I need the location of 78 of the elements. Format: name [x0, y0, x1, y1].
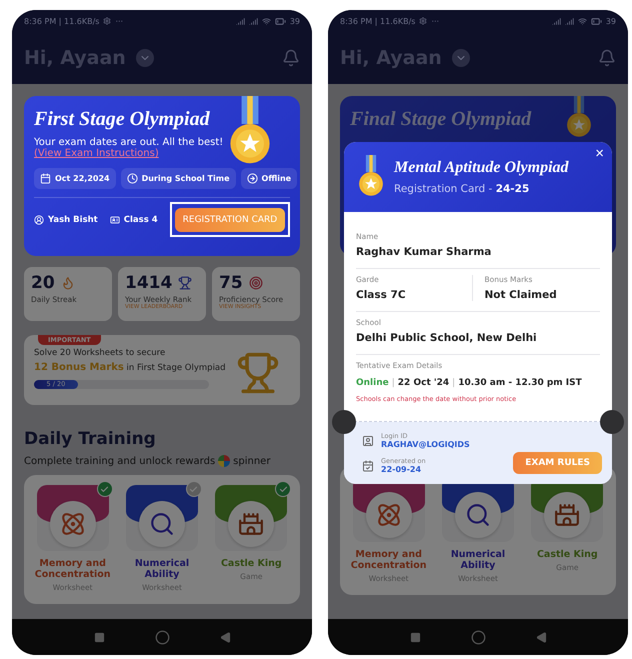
- reward-label: spinner: [233, 456, 270, 466]
- student-name: Yash Bisht: [34, 214, 98, 224]
- signal-icon: [236, 16, 245, 26]
- exam-rules-button[interactable]: EXAM RULES: [513, 452, 602, 474]
- id-badge-icon: [362, 434, 374, 446]
- back-icon[interactable]: [220, 632, 230, 642]
- arrow-circle-icon: [246, 173, 258, 184]
- flame-icon: [60, 276, 75, 290]
- card-title: Final Stage Olympiad: [350, 108, 532, 131]
- trophy-icon: [236, 351, 280, 395]
- stat-value: 1414: [125, 273, 172, 293]
- exam-details: Online | 22 Oct '24 | 10.30 am - 12.30 pm IST: [356, 378, 582, 388]
- instructions-link[interactable]: (View Exam Instructions): [34, 148, 159, 159]
- stat-value: 20: [31, 273, 55, 293]
- home-icon[interactable]: [470, 630, 486, 644]
- card-message: Your exam dates are out. All the best!: [34, 137, 224, 148]
- calendar-icon: [362, 460, 374, 472]
- item-title: Castle King: [536, 550, 598, 561]
- section-title: Daily Training: [24, 429, 157, 449]
- back-icon[interactable]: [536, 632, 546, 642]
- magnifier-icon: [148, 511, 175, 537]
- dialog-subtitle: Registration Card - 24-25: [394, 182, 530, 194]
- castle-icon: [238, 511, 264, 537]
- spinner-icon: [218, 455, 230, 467]
- battery-level: 39: [290, 16, 300, 26]
- login-value: RAGHAV@LOGIQIDS: [381, 440, 470, 449]
- field-value: Not Claimed: [484, 289, 558, 301]
- signal-icon: [564, 16, 574, 26]
- student-class: Class 4: [110, 214, 158, 224]
- clock-icon: [126, 173, 138, 184]
- dialog-title: Mental Aptitude Olympiad: [394, 158, 569, 176]
- registration-card-button[interactable]: REGISTRATION CARD: [174, 208, 286, 232]
- card-title: First Stage Olympiad: [34, 108, 210, 131]
- exam-chip: During School Time: [120, 168, 236, 189]
- item-title: Castle King: [220, 559, 282, 570]
- item-title: Memory and Concentration: [350, 550, 428, 572]
- atom-icon: [376, 502, 402, 528]
- signal-icon: [552, 16, 561, 26]
- battery-level: 39: [606, 16, 616, 26]
- dropdown-button[interactable]: [136, 49, 154, 67]
- item-title: Numerical Ability: [134, 559, 190, 581]
- important-text: Solve 20 Worksheets to secure 12 Bonus Marks in First Stage Olympiad: [34, 347, 227, 376]
- recent-apps-icon[interactable]: [410, 632, 420, 642]
- field-value: Delhi Public School, New Delhi: [356, 332, 538, 344]
- close-button[interactable]: ×: [593, 146, 606, 161]
- trophy-icon: [178, 276, 192, 290]
- wifi-icon: [578, 16, 587, 26]
- generated-value: 22-09-24: [381, 465, 422, 474]
- dropdown-button[interactable]: [452, 49, 470, 67]
- atom-icon: [60, 511, 86, 537]
- gear-icon: [103, 17, 112, 25]
- calendar-icon: [40, 173, 51, 184]
- notification-bell-icon[interactable]: [282, 49, 300, 67]
- gear-icon: [419, 17, 428, 25]
- id-card-icon: [110, 214, 120, 224]
- castle-icon: [554, 502, 580, 528]
- exam-chip: Oct 22,2024: [34, 168, 116, 189]
- wifi-icon: [262, 16, 271, 26]
- item-title: Numerical Ability: [450, 550, 506, 572]
- battery-icon: [274, 16, 286, 26]
- home-icon[interactable]: [154, 630, 170, 644]
- exam-chip: Offline: [240, 168, 298, 189]
- status-more: ···: [431, 16, 440, 26]
- status-time: 8:36 PM | 11.6KB/s: [340, 16, 416, 26]
- magnifier-icon: [464, 502, 491, 528]
- status-time: 8:36 PM | 11.6KB/s: [24, 16, 100, 26]
- stat-value: 75: [219, 273, 243, 293]
- status-more: ···: [115, 16, 124, 26]
- recent-apps-icon[interactable]: [94, 632, 104, 642]
- section-subtitle: Complete training and unlock rewards: [24, 456, 216, 466]
- target-icon: [248, 276, 263, 290]
- user-icon: [34, 214, 44, 224]
- signal-icon: [248, 16, 258, 26]
- battery-icon: [590, 16, 602, 26]
- field-value: Class 7C: [356, 289, 407, 301]
- item-title: Memory and Concentration: [34, 559, 112, 581]
- notification-bell-icon[interactable]: [598, 49, 616, 67]
- field-value: Raghav Kumar Sharma: [356, 246, 492, 258]
